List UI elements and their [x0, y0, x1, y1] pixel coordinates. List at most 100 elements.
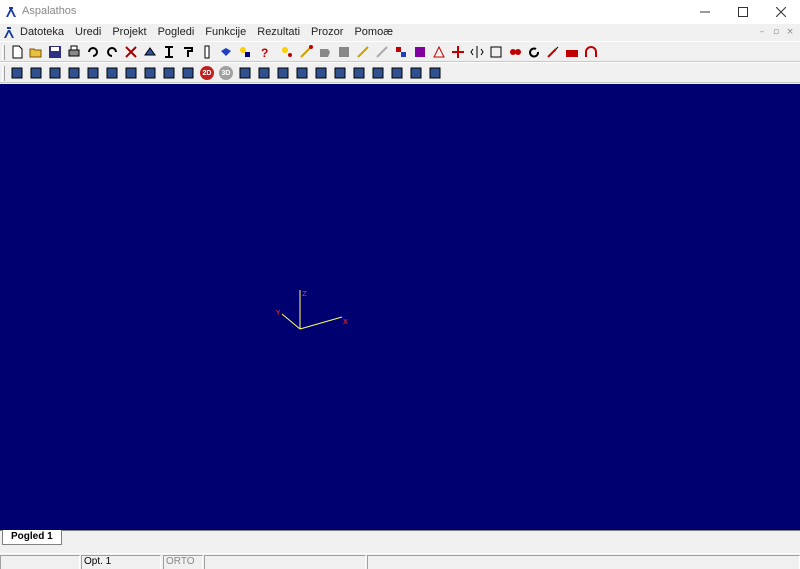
- view-2d-button[interactable]: 2D: [198, 64, 216, 82]
- view-list-icon: [30, 67, 42, 79]
- maximize-icon: [738, 7, 748, 17]
- area-select-icon: [415, 47, 425, 57]
- view-frame-button[interactable]: [65, 64, 83, 82]
- scale-button[interactable]: [487, 43, 505, 61]
- render-button[interactable]: [236, 64, 254, 82]
- mdi-close-icon[interactable]: ×: [784, 27, 796, 38]
- move-icon: [452, 46, 464, 58]
- copy-button[interactable]: [506, 43, 524, 61]
- select-group-icon: [353, 67, 365, 79]
- select-shell-button[interactable]: [426, 64, 444, 82]
- undo-button[interactable]: [84, 43, 102, 61]
- zoom-out-button[interactable]: [160, 64, 178, 82]
- mdi-restore-icon[interactable]: ▫: [770, 27, 782, 38]
- support-button[interactable]: [354, 43, 372, 61]
- status-ortho[interactable]: ORTO: [163, 555, 203, 569]
- help-button[interactable]: ?: [255, 43, 273, 61]
- mirror-icon: [470, 46, 484, 58]
- pan-button[interactable]: [84, 64, 102, 82]
- redo-button[interactable]: [103, 43, 121, 61]
- triangle-button[interactable]: [430, 43, 448, 61]
- new-file-button[interactable]: [8, 43, 26, 61]
- menu-item-rezultati[interactable]: Rezultati: [257, 26, 300, 38]
- status-pane-5: [367, 555, 800, 569]
- select-area-button[interactable]: [331, 64, 349, 82]
- column-icon: [204, 45, 210, 59]
- close-button[interactable]: [762, 0, 800, 24]
- area-select-button[interactable]: [411, 43, 429, 61]
- tab-pogled-1[interactable]: Pogled 1: [2, 530, 62, 545]
- select-shell-icon: [429, 67, 441, 79]
- toolbar-grip[interactable]: [2, 66, 5, 81]
- column-button[interactable]: [198, 43, 216, 61]
- select-group-button[interactable]: [350, 64, 368, 82]
- zoom-window-button[interactable]: [122, 64, 140, 82]
- view-3d-button[interactable]: 3D: [217, 64, 235, 82]
- load-button[interactable]: [236, 43, 254, 61]
- open-folder-button[interactable]: [27, 43, 45, 61]
- maximize-button[interactable]: [724, 0, 762, 24]
- move-button[interactable]: [449, 43, 467, 61]
- minimize-icon: [700, 11, 710, 13]
- menu-item-uredi[interactable]: Uredi: [75, 26, 101, 38]
- print-button[interactable]: [65, 43, 83, 61]
- select-node-icon: [277, 67, 289, 79]
- mesh-icon: [144, 47, 156, 56]
- section-button[interactable]: [179, 43, 197, 61]
- help-icon: ?: [261, 46, 268, 59]
- arch-button[interactable]: [582, 43, 600, 61]
- node-support-button[interactable]: [392, 43, 410, 61]
- select-bar-button[interactable]: [293, 64, 311, 82]
- solid-button[interactable]: [255, 64, 273, 82]
- mdi-minimize-icon[interactable]: –: [756, 27, 768, 38]
- i-beam-button[interactable]: [160, 43, 178, 61]
- menu-item-prozor[interactable]: Prozor: [311, 26, 343, 38]
- zoom-extents-button[interactable]: [141, 64, 159, 82]
- rotate-button[interactable]: [525, 43, 543, 61]
- area-button[interactable]: [316, 43, 334, 61]
- select-ext-button[interactable]: [407, 64, 425, 82]
- status-option: Opt. 1: [81, 555, 161, 569]
- copy-icon: [510, 49, 521, 55]
- document-icon[interactable]: [3, 26, 16, 39]
- toolbar-buttons: 2D 3D: [8, 64, 445, 82]
- toolbar-grip[interactable]: [2, 45, 5, 60]
- zoom-window-icon: [125, 67, 137, 79]
- view-edit-button[interactable]: [8, 64, 26, 82]
- menu-item-pomoæ[interactable]: Pomoæ: [354, 26, 393, 38]
- minimize-button[interactable]: [686, 0, 724, 24]
- save-button[interactable]: [46, 43, 64, 61]
- zoom-button[interactable]: [103, 64, 121, 82]
- select-line-button[interactable]: [312, 64, 330, 82]
- print-icon: [68, 45, 80, 57]
- menu-bar: Datoteka Uredi Projekt Pogledi Funkcije Rezul…: [0, 24, 800, 41]
- view-list-button[interactable]: [27, 64, 45, 82]
- pen-button[interactable]: [544, 43, 562, 61]
- select-point-button[interactable]: [369, 64, 387, 82]
- rotate-view-button[interactable]: [179, 64, 197, 82]
- zoom-out-icon: [163, 67, 175, 79]
- view-toolbar: 2D 3D: [0, 62, 800, 83]
- app-logo-icon: [6, 7, 16, 17]
- wall-icon: [566, 50, 578, 57]
- line-button[interactable]: [297, 43, 315, 61]
- plate-button[interactable]: [335, 43, 353, 61]
- menu-item-datoteka[interactable]: Datoteka: [20, 26, 64, 38]
- main-toolbar: ?: [0, 41, 800, 62]
- material-button[interactable]: [217, 43, 235, 61]
- node-button[interactable]: [278, 43, 296, 61]
- menu-item-pogledi[interactable]: Pogledi: [158, 26, 195, 38]
- view-section-button[interactable]: [46, 64, 64, 82]
- select-load-button[interactable]: [388, 64, 406, 82]
- menu-item-projekt[interactable]: Projekt: [112, 26, 146, 38]
- select-node-button[interactable]: [274, 64, 292, 82]
- wall-button[interactable]: [563, 43, 581, 61]
- mirror-button[interactable]: [468, 43, 486, 61]
- mesh-button[interactable]: [141, 43, 159, 61]
- model-viewport[interactable]: X Y Z: [0, 84, 800, 530]
- hinge-button[interactable]: [373, 43, 391, 61]
- tools-button[interactable]: [122, 43, 140, 61]
- axis-triad: X Y Z: [275, 290, 348, 330]
- select-line-icon: [315, 67, 327, 79]
- menu-item-funkcije[interactable]: Funkcije: [205, 26, 246, 38]
